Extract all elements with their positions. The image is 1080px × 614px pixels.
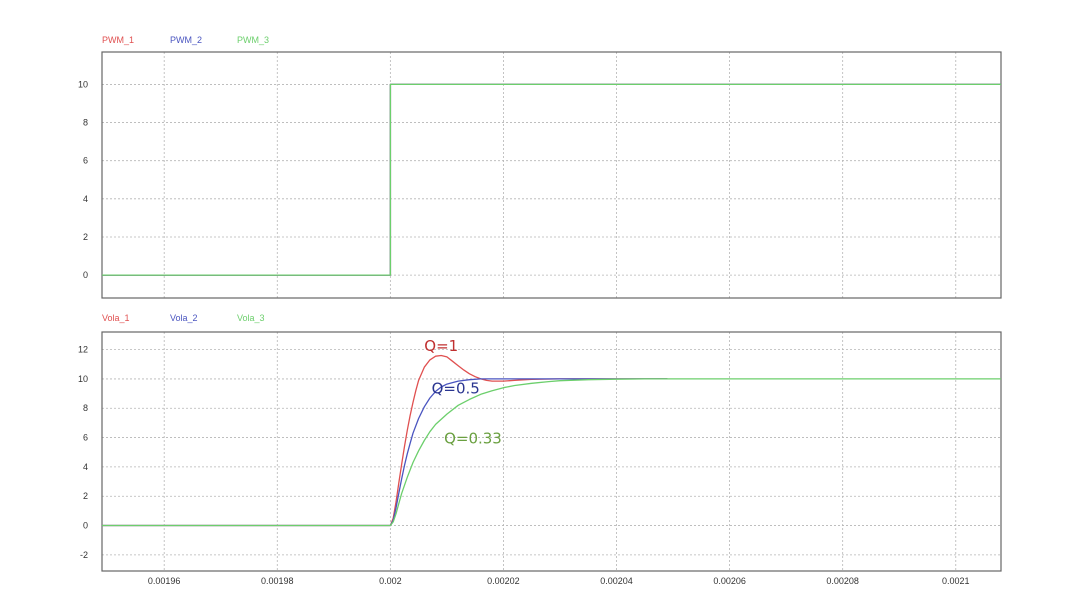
series-group: [102, 354, 1001, 527]
y-tick-label: 2: [83, 232, 88, 242]
series-line-pwm-3: [102, 83, 1001, 276]
legend-entry: PWM_1: [102, 35, 134, 45]
curve-annotation: Q=0.5: [432, 380, 480, 398]
x-tick-label: 0.00206: [713, 576, 746, 586]
curve-annotation: Q=1: [424, 337, 458, 355]
x-tick-label: 0.00198: [261, 576, 294, 586]
series-line-pwm-1: [102, 83, 1001, 276]
y-tick-label: 0: [83, 270, 88, 280]
y-tick-label: 2: [83, 491, 88, 501]
x-tick-label: 0.002: [379, 576, 402, 586]
series-line-vola-3: [102, 378, 1001, 527]
legend-entry: Vola_3: [237, 313, 265, 323]
series-group: [102, 83, 1001, 276]
waveform-figure: 0 2 4 6 8 10 PWM_1 PWM_2 PWM_3 -2 0 2 4 6 8 10 12 0.0019…: [78, 35, 1002, 586]
pwm-panel: 0 2 4 6 8 10 PWM_1 PWM_2 PWM_3: [78, 35, 1002, 299]
legend-entry: PWM_2: [170, 35, 202, 45]
y-tick-label: 8: [83, 403, 88, 413]
x-tick-label: 0.00202: [487, 576, 520, 586]
curve-annotation: Q=0.33: [444, 429, 502, 447]
series-line-vola-1: [102, 354, 668, 527]
y-tick-label: 6: [83, 156, 88, 166]
y-tick-label: 8: [83, 118, 88, 128]
plot-frame: [101, 51, 1002, 299]
series-line-pwm-2: [102, 83, 1001, 276]
y-tick-label: 0: [83, 521, 88, 531]
voltage-panel: -2 0 2 4 6 8 10 12 0.00196 0.00198 0.002 0.00202 0.0…: [78, 313, 1002, 586]
x-tick-label: 0.00208: [826, 576, 859, 586]
x-tick-label: 0.0021: [942, 576, 970, 586]
x-tick-label: 0.00204: [600, 576, 633, 586]
y-tick-label: 4: [83, 194, 88, 204]
y-tick-label: -2: [80, 550, 88, 560]
y-tick-label: 12: [78, 345, 88, 355]
y-tick-label: 10: [78, 374, 88, 384]
plot-frame: [101, 331, 1002, 572]
series-line-vola-2: [102, 378, 668, 527]
y-tick-label: 4: [83, 462, 88, 472]
x-tick-label: 0.00196: [148, 576, 181, 586]
legend-entry: Vola_2: [170, 313, 198, 323]
legend-entry: Vola_1: [102, 313, 130, 323]
y-tick-label: 6: [83, 433, 88, 443]
y-tick-label: 10: [78, 79, 88, 89]
legend-entry: PWM_3: [237, 35, 269, 45]
